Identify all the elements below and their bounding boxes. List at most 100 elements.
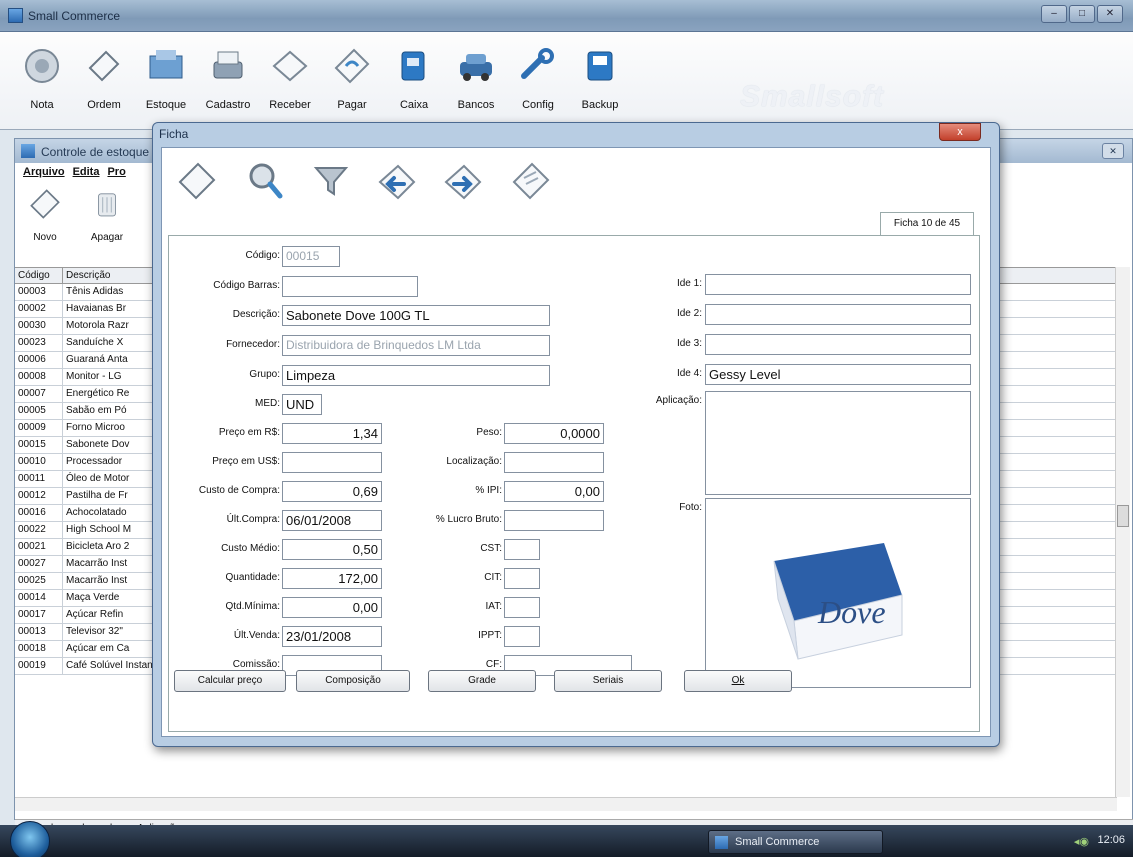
grade-button[interactable]: Grade — [428, 670, 536, 692]
custo-medio-field[interactable]: 0,50 — [282, 539, 382, 560]
cell-codigo: 00012 — [15, 488, 63, 504]
toolbar-pagar-button[interactable]: Pagar — [322, 46, 382, 111]
close-button[interactable]: ✕ — [1097, 5, 1123, 23]
toolbar-cadastro-button[interactable]: Cadastro — [198, 46, 258, 111]
peso-label: Peso: — [476, 427, 502, 438]
ide2-field[interactable] — [705, 304, 971, 325]
aplicacao-field[interactable] — [705, 391, 971, 495]
taskbar-app-button[interactable]: Small Commerce — [708, 830, 883, 854]
list-icon[interactable] — [508, 158, 554, 204]
med-label: MED: — [255, 398, 280, 409]
network-volume-icon[interactable]: ◂◉ — [1074, 835, 1089, 848]
toolbar-label: Caixa — [399, 99, 429, 111]
toolbar-backup-button[interactable]: Backup — [570, 46, 630, 111]
ipi-field[interactable]: 0,00 — [504, 481, 604, 502]
product-photo[interactable]: Dove — [705, 498, 971, 688]
descricao-label: Descrição: — [232, 309, 280, 320]
dialog-toolbar — [162, 148, 990, 228]
toolbar-caixa-button[interactable]: Caixa — [384, 46, 444, 111]
dialog-close-button[interactable]: x — [939, 123, 981, 141]
cell-codigo: 00014 — [15, 590, 63, 606]
vertical-scrollbar[interactable] — [1115, 267, 1130, 797]
tab-ficha[interactable]: Ficha 10 de 45 — [880, 212, 974, 236]
preco-us-field[interactable] — [282, 452, 382, 473]
descricao-field[interactable]: Sabonete Dove 100G TL — [282, 305, 550, 326]
toolbar-bancos-button[interactable]: Bancos — [446, 46, 506, 111]
new-record-icon — [30, 189, 60, 219]
lucro-bruto-field[interactable] — [504, 510, 604, 531]
novo-label: Novo — [33, 232, 57, 243]
calcular-preco-button[interactable]: Calcular preço — [174, 670, 286, 692]
stock-window-title: Controle de estoque — [41, 145, 150, 159]
composicao-button[interactable]: Composição — [296, 670, 410, 692]
cell-codigo: 00016 — [15, 505, 63, 521]
cell-codigo: 00013 — [15, 624, 63, 640]
toolbar-config-button[interactable]: Config — [508, 46, 568, 111]
custo-compra-field[interactable]: 0,69 — [282, 481, 382, 502]
toolbar-label: Pagar — [337, 99, 367, 111]
ult-venda-field[interactable]: 23/01/2008 — [282, 626, 382, 647]
taskbar-app-label: Small Commerce — [735, 836, 820, 848]
iat-label: IAT: — [485, 601, 502, 612]
ult-compra-field[interactable]: 06/01/2008 — [282, 510, 382, 531]
toolbar-label: Nota — [30, 99, 54, 111]
seriais-button[interactable]: Seriais — [554, 670, 662, 692]
localizacao-field[interactable] — [504, 452, 604, 473]
ippt-field[interactable] — [504, 626, 540, 647]
minimize-button[interactable]: – — [1041, 5, 1067, 23]
cst-field[interactable] — [504, 539, 540, 560]
quantidade-field[interactable]: 172,00 — [282, 568, 382, 589]
fornecedor-field[interactable]: Distribuidora de Brinquedos LM Ltda — [282, 335, 550, 356]
dove-soap-image: Dove — [773, 543, 903, 660]
toolbar-ordem-button[interactable]: Ordem — [74, 46, 134, 111]
codigo-field[interactable]: 00015 — [282, 246, 340, 267]
peso-field[interactable]: 0,0000 — [504, 423, 604, 444]
apagar-button[interactable]: Apagar — [77, 187, 137, 243]
toolbar-label: Cadastro — [205, 99, 251, 111]
preco-us-label: Preço em US$: — [212, 456, 280, 467]
grupo-field[interactable]: Limpeza — [282, 365, 550, 386]
start-button[interactable] — [10, 821, 50, 857]
ide3-field[interactable] — [705, 334, 971, 355]
scroll-thumb[interactable] — [1117, 505, 1129, 527]
cit-field[interactable] — [504, 568, 540, 589]
med-field[interactable]: UND — [282, 394, 322, 415]
header-codigo[interactable]: Código — [15, 268, 63, 283]
menu-pro[interactable]: Pro — [107, 166, 125, 183]
ide1-field[interactable] — [705, 274, 971, 295]
stock-window-close-button[interactable]: ✕ — [1102, 143, 1124, 159]
menu-edita[interactable]: Edita — [73, 166, 100, 183]
menu-arquivo[interactable]: Arquivo — [23, 166, 65, 183]
cell-codigo: 00030 — [15, 318, 63, 334]
ide4-field[interactable]: Gessy Level — [705, 364, 971, 385]
cadastro-icon — [213, 51, 243, 79]
filter-icon[interactable] — [308, 158, 354, 204]
new-record-icon[interactable] — [174, 158, 220, 204]
cell-codigo: 00009 — [15, 420, 63, 436]
bancos-icon — [460, 54, 492, 81]
cell-codigo: 00008 — [15, 369, 63, 385]
cf-label: CF: — [485, 659, 502, 670]
search-icon[interactable] — [242, 158, 288, 204]
toolbar-estoque-button[interactable]: Estoque — [136, 46, 196, 111]
horizontal-scrollbar[interactable] — [15, 797, 1117, 811]
toolbar-nota-button[interactable]: Nota — [12, 46, 72, 111]
preco-rs-field[interactable]: 1,34 — [282, 423, 382, 444]
cell-codigo: 00005 — [15, 403, 63, 419]
cell-codigo: 00018 — [15, 641, 63, 657]
localizacao-label: Localização: — [446, 456, 502, 467]
iat-field[interactable] — [504, 597, 540, 618]
toolbar-label: Bancos — [457, 99, 495, 111]
toolbar-receber-button[interactable]: Receber — [260, 46, 320, 111]
ok-button[interactable]: Ok — [684, 670, 792, 692]
toolbar-label: Estoque — [145, 99, 187, 111]
qtd-minima-field[interactable]: 0,00 — [282, 597, 382, 618]
novo-button[interactable]: Novo — [15, 187, 75, 243]
maximize-button[interactable]: □ — [1069, 5, 1095, 23]
next-record-icon[interactable] — [440, 158, 486, 204]
trash-icon — [98, 193, 116, 217]
previous-record-icon[interactable] — [374, 158, 420, 204]
clock[interactable]: 12:06 — [1097, 834, 1125, 846]
backup-icon — [587, 51, 613, 81]
codigo-barras-field[interactable] — [282, 276, 418, 297]
